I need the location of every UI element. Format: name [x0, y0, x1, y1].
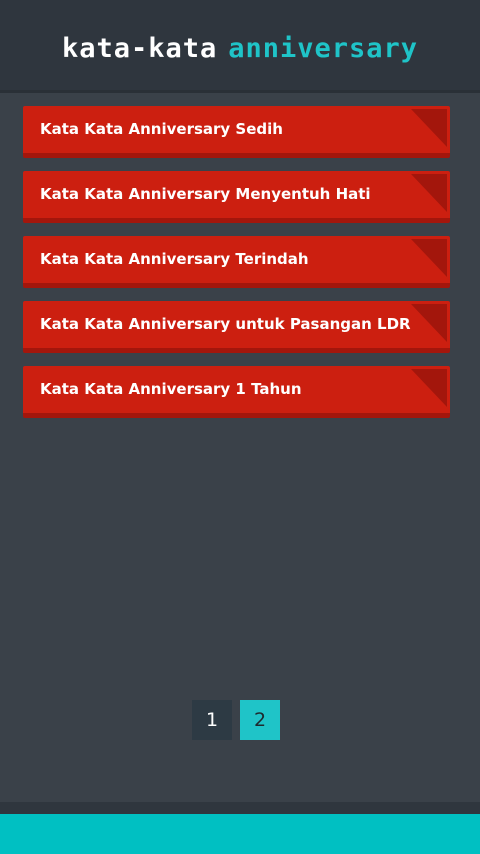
menu-item-1-tahun[interactable]: Kata Kata Anniversary 1 Tahun [23, 366, 450, 418]
pagination: 1 2 [192, 700, 280, 740]
menu-list: Kata Kata Anniversary Sedih Kata Kata An… [23, 106, 450, 431]
footer-divider [0, 802, 480, 814]
menu-item-ldr[interactable]: Kata Kata Anniversary untuk Pasangan LDR [23, 301, 450, 353]
app-title-part1: kata-kata [61, 32, 218, 64]
app-title: kata-kata anniversary [0, 0, 480, 96]
menu-item-sedih[interactable]: Kata Kata Anniversary Sedih [23, 106, 450, 158]
menu-item-label: Kata Kata Anniversary Menyentuh Hati [40, 185, 371, 203]
menu-item-label: Kata Kata Anniversary untuk Pasangan LDR [40, 315, 411, 333]
footer-bar [0, 814, 480, 854]
menu-item-terindah[interactable]: Kata Kata Anniversary Terindah [23, 236, 450, 288]
corner-fold-icon [411, 174, 447, 212]
page-button-2-current[interactable]: 2 [240, 700, 280, 740]
menu-item-label: Kata Kata Anniversary 1 Tahun [40, 380, 302, 398]
corner-fold-icon [411, 304, 447, 342]
menu-item-label: Kata Kata Anniversary Sedih [40, 120, 283, 138]
menu-item-label: Kata Kata Anniversary Terindah [40, 250, 309, 268]
menu-item-menyentuh-hati[interactable]: Kata Kata Anniversary Menyentuh Hati [23, 171, 450, 223]
page-button-1[interactable]: 1 [192, 700, 232, 740]
app-title-part2: anniversary [228, 32, 419, 64]
corner-fold-icon [411, 109, 447, 147]
corner-fold-icon [411, 369, 447, 407]
corner-fold-icon [411, 239, 447, 277]
